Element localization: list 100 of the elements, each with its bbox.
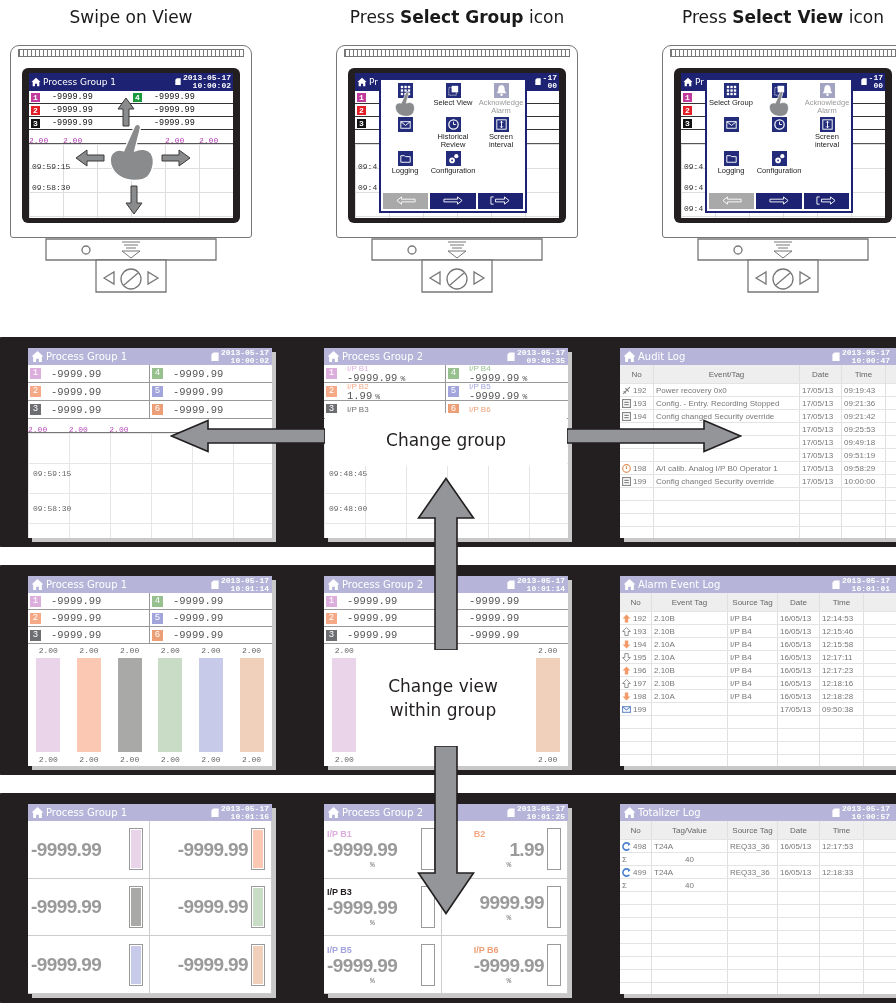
scale-label: 2.00 <box>63 136 83 145</box>
exit-icon <box>816 196 837 206</box>
channel-value: -9999.99 <box>154 105 195 115</box>
channel-value: -9999.99 <box>473 954 544 976</box>
log-cell: 2.10B <box>654 665 675 675</box>
unit-label: % <box>370 918 375 927</box>
column-header: Time <box>842 365 886 383</box>
scale-label: 2.00 <box>199 136 219 145</box>
column-header: Source Tag <box>728 593 778 611</box>
log-cell: 198 <box>633 463 647 473</box>
log-cell: 17/05/13 <box>802 450 834 460</box>
scale-label: 2.00 <box>29 136 49 145</box>
time-label: 09:48:00 <box>329 504 369 513</box>
log-cell: 17/05/13 <box>802 476 834 486</box>
channel-value: -9999.99 <box>31 896 103 918</box>
scale-label: 2.00 <box>109 425 129 434</box>
nav-button[interactable] <box>477 193 523 209</box>
nav-button[interactable] <box>756 193 802 209</box>
channel-badge: 1 <box>30 595 41 607</box>
log-cell: I/P B4 <box>730 652 752 662</box>
log-cell: 09:49:18 <box>844 437 876 447</box>
channel-value: -9999.99 <box>347 630 398 640</box>
channel-value: -9999.99 <box>154 92 195 102</box>
document-icon <box>622 476 631 486</box>
scale-label: 2.00 <box>334 755 354 764</box>
clock-icon <box>771 117 787 132</box>
grid-icon <box>723 83 739 98</box>
time-label: 09:58:30 <box>33 504 73 513</box>
channel-badge: 1 <box>326 595 337 607</box>
channel-badge: 1 <box>30 368 41 379</box>
log-cell: Config changed Security override <box>656 411 775 421</box>
channel-value: -9999.99 <box>51 386 102 397</box>
screen-title: Pr <box>695 77 704 87</box>
log-cell: 2.10A <box>654 652 675 662</box>
channel-value: -9999.99 <box>52 105 93 115</box>
channel-value: -9999.99 <box>52 92 93 102</box>
header-date: 2013-05-17 <box>183 74 231 82</box>
screen-title: Process Group 1 <box>46 579 128 590</box>
bar-track <box>547 943 561 986</box>
channel-value: -9999.99 <box>51 404 102 415</box>
channel-value: -9999.99 <box>327 897 399 918</box>
time-label: 09:4 <box>358 162 379 171</box>
card-icon <box>534 78 541 86</box>
column-header: No <box>620 821 652 839</box>
log-cell: 193 <box>633 626 647 636</box>
card-icon <box>832 351 840 362</box>
channel-tag: I/P B6 <box>469 405 491 414</box>
home-icon <box>31 578 44 591</box>
screen-title: Process Group 1 <box>46 351 128 362</box>
channel-value: -9999.99 <box>51 613 102 623</box>
arrow-left-icon <box>721 196 742 206</box>
log-cell: 16/05/13 <box>780 626 812 636</box>
header-date: 2013-05-17 <box>221 576 269 585</box>
nav-button[interactable] <box>430 193 476 209</box>
header-time: 10:00:02 <box>192 82 231 90</box>
header-time: 10:01:01 <box>851 584 890 593</box>
log-cell: 09:19:43 <box>844 385 876 395</box>
log-cell: I/P B4 <box>730 613 752 623</box>
nav-button[interactable] <box>803 193 849 209</box>
log-cell: 2.10A <box>654 691 675 701</box>
header-time: 10:01:14 <box>230 584 269 593</box>
log-cell: 198 <box>633 691 647 701</box>
time-label: 09:4 <box>358 183 379 192</box>
channel-value: -9999.99 <box>31 838 103 860</box>
screen-title: Process Group 2 <box>342 579 424 590</box>
channel-tag: I/P B3 <box>327 887 352 897</box>
header-date: 2013-05-17 <box>221 804 269 813</box>
column-header: Tag/Value <box>652 821 728 839</box>
channel-value: 9999.99 <box>479 892 544 913</box>
card-icon <box>211 807 219 818</box>
log-cell: Config. - Entry. Recording Stopped <box>656 398 780 408</box>
folder-icon <box>723 151 739 166</box>
scale-label: 2.00 <box>201 646 221 655</box>
channel-value: -9999.99 <box>31 954 103 976</box>
channel-badge: 1 <box>326 368 337 379</box>
home-icon <box>357 77 367 87</box>
unit-label: % <box>400 373 406 383</box>
column-header: Source Tag <box>728 821 778 839</box>
exit-icon <box>490 196 511 206</box>
document-icon <box>622 411 631 421</box>
column-header: No <box>620 593 652 611</box>
log-cell: T24A <box>654 841 674 851</box>
circle-icon <box>622 463 631 473</box>
home-icon <box>31 77 41 87</box>
time-label: 09:48:45 <box>329 469 369 478</box>
home-icon <box>327 806 340 819</box>
channel-badge: 6 <box>152 404 163 415</box>
channel-badge: 4 <box>448 368 459 379</box>
home-icon <box>623 578 636 591</box>
channel-value: 1.99 <box>509 839 544 861</box>
scale-label: 2.00 <box>241 646 262 655</box>
channel-value: -9999.99 <box>347 596 398 606</box>
channel-value: -9999.99 <box>173 386 224 397</box>
bell-icon <box>819 83 835 98</box>
log-cell: I/P B4 <box>730 678 752 688</box>
channel-badge: 1 <box>31 92 40 102</box>
channel-value: -9999.99 <box>52 118 93 128</box>
scale-label: 2.00 <box>120 646 140 655</box>
log-cell: 10:00:00 <box>844 476 876 486</box>
gears-icon <box>771 151 787 166</box>
